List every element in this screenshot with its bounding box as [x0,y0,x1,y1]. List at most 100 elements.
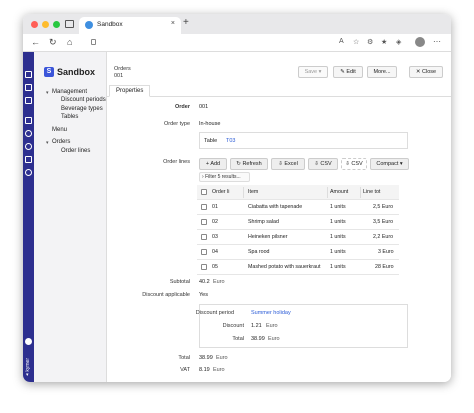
pencil-icon: ✎ [340,69,345,75]
table-row[interactable]: 04 Spa rood 1 units 3 Euro [197,245,399,260]
cell-item: Shrimp salad [248,219,279,225]
reload-icon[interactable]: ↻ [49,37,57,48]
documents-icon[interactable] [25,71,32,78]
save-label: Save [304,69,318,75]
close-window-button[interactable] [31,21,38,28]
read-aloud-icon[interactable]: A [339,38,344,45]
table-row[interactable]: 01 Ciabatta with tapenade 1 units 2,5 Eu… [197,200,399,215]
close-record-button[interactable]: ✕ Close [409,66,443,78]
tab-overview-icon[interactable] [65,20,74,28]
sidebar-group-management[interactable]: Management [52,89,87,95]
compact-view-dropdown[interactable]: Compact ▾ [370,158,409,170]
profile-avatar[interactable] [415,37,425,47]
table-label: Table [204,138,218,144]
palette-icon[interactable] [25,130,32,137]
sidebar-group-orders[interactable]: Orders [52,139,70,145]
table-link[interactable]: T03 [226,138,235,144]
cell-order-line: 01 [212,204,218,210]
refresh-label: Refresh [242,161,262,167]
sidebar-item-beverage-types[interactable]: Beverage types [61,106,103,112]
table-row[interactable]: 02 Shrimp salad 1 units 3,5 Euro [197,215,399,230]
chevron-down-icon[interactable]: ▾ [26,372,29,378]
new-tab-button[interactable]: + [183,17,189,28]
csv-alt-export-button[interactable]: ⇩ CSV [341,158,367,170]
sidebar-item-order-lines[interactable]: Order lines [61,148,90,154]
more-label: More... [373,69,391,75]
kymer-logo-icon [25,338,32,345]
brand-name: kymer [25,358,31,372]
table-row[interactable]: 05 Mashed potato with sauerkraut 1 units… [197,260,399,275]
database-icon[interactable] [25,156,32,163]
discount-subform: Discount period Summer holiday Discount … [196,304,408,348]
vat-unit: Euro [213,367,225,373]
save-button[interactable]: Save ▾ [298,66,328,78]
login-icon[interactable] [25,117,32,124]
sandbox-favicon-icon [85,21,93,29]
browser-window: Sandbox × + ← ↻ ⌂ A ☆ ⚙ ★ ◈ ⋯ kymer ▾ S [23,14,451,382]
sidebar-item-menu[interactable]: Menu [52,127,67,133]
cell-line-total: 2,5 Euro [373,204,394,210]
subtotal-value: 40.2 [199,279,210,285]
discount-applicable-value: Yes [199,292,208,298]
column-header-order-line[interactable]: Order li [212,189,229,195]
address-bar[interactable] [85,37,335,49]
sidebar-item-tables[interactable]: Tables [61,114,78,120]
order-lines-label: Order lines [163,159,190,165]
window-icon[interactable] [25,97,32,104]
more-button[interactable]: More... [367,66,397,78]
row-checkbox[interactable] [201,234,207,240]
add-button[interactable]: + Add [199,158,227,170]
maximize-window-button[interactable] [53,21,60,28]
excel-label: Excel [284,161,298,167]
cell-amount: 1 units [330,234,346,240]
favorites-star-icon[interactable]: ☆ [353,38,359,46]
total-unit: Euro [216,355,228,361]
order-value: 001 [199,104,209,110]
filter-results-toggle[interactable]: › Filter 5 results... [199,172,250,182]
browser-menu-icon[interactable]: ⋯ [433,37,441,46]
discount-unit: Euro [266,323,278,329]
order-type-label: Order type [164,121,190,127]
table-row[interactable]: 03 Heineken pilsner 1 units 2,2 Euro [197,230,399,245]
discount-value: 1.21 [251,323,262,329]
cell-item: Mashed potato with sauerkraut [248,264,321,270]
globe-icon[interactable] [25,143,32,150]
discount-period-link[interactable]: Summer holiday [251,310,291,316]
column-header-amount[interactable]: Amount [330,189,348,195]
tab-close-icon[interactable]: × [171,20,175,27]
home-icon[interactable]: ⌂ [67,37,72,47]
filter-label: Filter 5 results... [205,174,241,180]
back-arrow-icon[interactable]: ← [31,37,40,47]
shield-icon[interactable]: ◈ [396,38,401,46]
collections-icon[interactable]: ★ [381,38,387,46]
row-checkbox[interactable] [201,204,207,210]
column-separator [360,187,361,198]
row-checkbox[interactable] [201,264,207,270]
minimize-window-button[interactable] [42,21,49,28]
checklist-icon[interactable] [25,84,32,91]
collapse-management-icon[interactable]: ▾ [46,90,49,96]
select-all-checkbox[interactable] [201,189,207,195]
csv-export-button[interactable]: ⇩ CSV [308,158,338,170]
main-content: Orders 001 Save ▾ ✎ Edit More... ✕ Close… [107,52,451,382]
column-header-item[interactable]: Item [248,189,258,195]
refresh-button[interactable]: ↻ Refresh [230,158,268,170]
sidebar-item-discount-periods[interactable]: Discount periods [61,97,106,103]
collapse-orders-icon[interactable]: ▾ [46,140,49,146]
column-separator [243,187,244,198]
edit-button[interactable]: ✎ Edit [333,66,363,78]
inner-total-label: Total [232,336,244,342]
table-subform: Table T03 [199,132,408,149]
tab-properties[interactable]: Properties [109,85,151,97]
settings-gear-icon[interactable] [25,169,32,176]
excel-export-button[interactable]: ⇩ Excel [271,158,305,170]
extensions-icon[interactable]: ⚙ [367,38,373,46]
row-checkbox[interactable] [201,249,207,255]
browser-tab-title: Sandbox [97,21,123,28]
cell-line-total: 3,5 Euro [373,219,394,225]
column-header-line-total[interactable]: Line tot [363,189,380,195]
row-checkbox[interactable] [201,219,207,225]
browser-tab-sandbox[interactable]: Sandbox × [79,17,181,34]
cell-line-total: 2,2 Euro [373,234,394,240]
browser-toolbar: ← ↻ ⌂ A ☆ ⚙ ★ ◈ ⋯ [23,34,451,52]
